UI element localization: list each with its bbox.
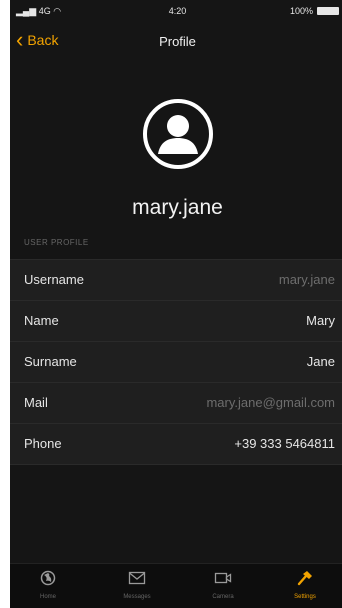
tab-camera[interactable]: Camera <box>193 570 253 600</box>
section-header: USER PROFILE <box>24 238 89 247</box>
battery-icon <box>317 7 339 15</box>
battery-label: 100% <box>289 6 313 16</box>
profile-username: mary.jane <box>132 196 223 219</box>
tab-label: Settings <box>294 594 316 600</box>
row-label: Surname <box>24 354 77 369</box>
tab-messages[interactable]: Messages <box>107 570 167 600</box>
tab-label: Messages <box>123 594 151 600</box>
globe-icon <box>40 570 56 586</box>
profile-list: Username mary.jane Name Mary Surname Jan… <box>10 259 342 465</box>
navigation-bar: ‹ Back Profile <box>10 22 342 62</box>
row-surname[interactable]: Surname Jane <box>10 341 342 382</box>
phone-screen: ▂▄▆ 4G ◠ 4:20 100% ‹ Back Profile mary.j… <box>10 0 342 608</box>
row-label: Name <box>24 313 59 328</box>
row-mail[interactable]: Mail mary.jane@gmail.com <box>10 382 342 423</box>
row-label: Mail <box>24 395 48 410</box>
tab-label: Home <box>39 594 56 600</box>
avatar[interactable] <box>142 98 214 170</box>
video-camera-icon <box>214 572 232 584</box>
tab-label: Camera <box>212 594 234 600</box>
page-title: Profile <box>159 34 196 49</box>
row-value: +39 333 5464811 <box>234 436 335 451</box>
row-label: Username <box>24 272 84 287</box>
tab-settings[interactable]: Settings <box>275 570 335 600</box>
hammer-icon <box>297 571 312 586</box>
tab-bar: Home Messages Camera Settings <box>10 563 342 608</box>
row-value: mary.jane@gmail.com <box>206 395 335 410</box>
mail-icon <box>128 571 146 585</box>
status-bar: ▂▄▆ 4G ◠ 4:20 100% <box>10 0 342 22</box>
row-value: Jane <box>306 354 335 369</box>
row-username[interactable]: Username mary.jane <box>10 259 342 300</box>
battery-indicator: 100% <box>290 6 339 16</box>
tab-home[interactable]: Home <box>18 570 78 600</box>
row-phone[interactable]: Phone +39 333 5464811 <box>10 423 342 465</box>
row-label: Phone <box>24 436 62 451</box>
row-value: Mary <box>306 313 335 328</box>
row-value: mary.jane <box>278 272 335 287</box>
row-name[interactable]: Name Mary <box>10 300 342 341</box>
